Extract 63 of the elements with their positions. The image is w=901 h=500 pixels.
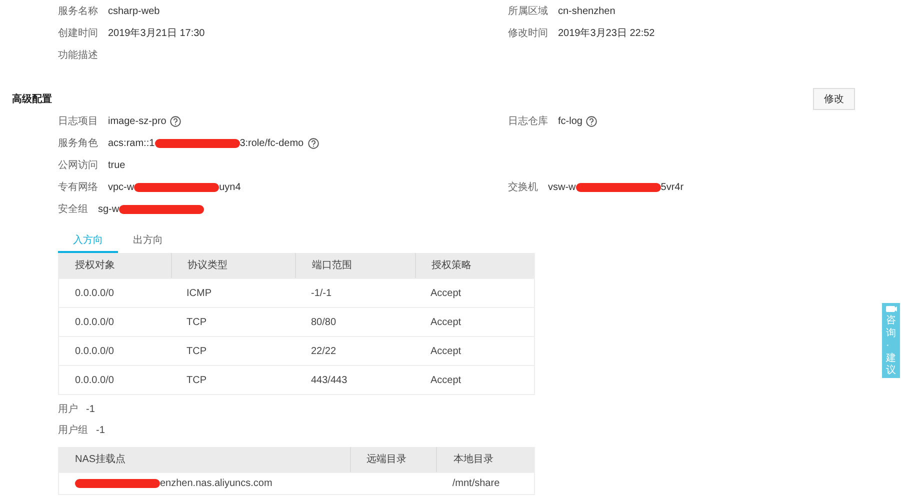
table-cell-text: 0.0.0.0/0 xyxy=(75,286,114,300)
field-label: 创建时间 xyxy=(58,26,98,40)
field-value: vpc-w xyxy=(108,180,134,194)
table-cell-text: TCP xyxy=(186,374,207,388)
table-cell-text: -1/-1 xyxy=(311,286,332,300)
table-cell-text: 443/443 xyxy=(311,374,348,388)
section-title: 高级配置 xyxy=(12,92,52,106)
field-label: 用户 xyxy=(58,402,78,416)
field-value: vsw-w xyxy=(548,180,576,194)
field-label: 日志项目 xyxy=(58,114,98,128)
column-header: 授权策略 xyxy=(414,253,534,278)
field-value: 3:role/fc-demo xyxy=(240,136,304,150)
field-label: 公网访问 xyxy=(58,158,98,172)
table-cell-text: ICMP xyxy=(186,286,212,300)
field-label: 服务名称 xyxy=(58,4,98,18)
table-cell-text: 22/22 xyxy=(311,344,336,358)
table-cell-text: TCP xyxy=(186,316,207,330)
field-value: uyn4 xyxy=(219,180,241,194)
column-header: 授权对象 xyxy=(74,258,116,273)
table-cell-text: Accept xyxy=(430,316,462,330)
table-cell-text: 0.0.0.0/0 xyxy=(75,374,114,388)
table-cell-text: Accept xyxy=(430,374,462,388)
field-label: 日志仓库 xyxy=(508,114,548,128)
field-label: 用户组 xyxy=(58,424,88,438)
column-header: 远端目录 xyxy=(350,447,436,472)
consult-label: 咨询·建议 xyxy=(886,315,896,378)
column-header: NAS挂载点 xyxy=(74,452,127,467)
field-value: /mnt/share xyxy=(452,477,500,491)
field-label: 交换机 xyxy=(508,180,538,194)
field-label: 修改时间 xyxy=(508,26,548,40)
field-value: 2019年3月23日 22:52 xyxy=(558,26,655,40)
field-value: acs:ram::1 xyxy=(108,136,155,150)
field-value: 5vr4r xyxy=(660,180,684,194)
field-value: image-sz-pro xyxy=(108,114,166,128)
field-label: 所属区域 xyxy=(508,4,548,18)
help-icon[interactable] xyxy=(308,138,319,148)
direction-tab[interactable]: 出方向 xyxy=(118,229,178,253)
column-header: 协议类型 xyxy=(170,253,295,278)
edit-button[interactable]: 修改 xyxy=(813,88,855,110)
help-icon[interactable] xyxy=(586,116,598,126)
table-cell-text: Accept xyxy=(430,344,462,358)
field-value: cn-shenzhen xyxy=(558,4,616,18)
field-value: fc-log xyxy=(558,114,582,128)
field-label: 功能描述 xyxy=(58,48,98,62)
table-cell-text: 0.0.0.0/0 xyxy=(75,316,114,330)
column-header: 本地目录 xyxy=(436,447,534,472)
field-value: sg-w xyxy=(98,202,120,216)
column-header: 端口范围 xyxy=(295,253,414,278)
field-value: 2019年3月21日 17:30 xyxy=(108,26,205,40)
field-value: true xyxy=(108,158,126,172)
field-label: 专有网络 xyxy=(58,180,98,194)
table-cell-text: Accept xyxy=(430,286,462,300)
field-label: 安全组 xyxy=(58,202,88,216)
field-value: enzhen.nas.aliyuncs.com xyxy=(160,477,272,491)
table-cell-text: 80/80 xyxy=(311,316,336,330)
field-label: 服务角色 xyxy=(58,136,98,150)
table-cell-text: TCP xyxy=(186,344,207,358)
field-value: -1 xyxy=(96,424,105,438)
table-cell-text: 0.0.0.0/0 xyxy=(75,344,114,358)
field-value: -1 xyxy=(86,402,95,416)
field-value: csharp-web xyxy=(108,4,160,18)
chat-icon xyxy=(886,306,896,313)
help-icon[interactable] xyxy=(170,116,182,126)
